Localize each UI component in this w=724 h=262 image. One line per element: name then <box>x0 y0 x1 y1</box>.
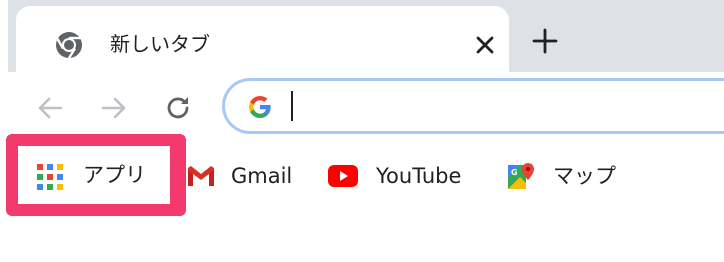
tab-strip: 新しいタブ <box>8 0 724 72</box>
close-icon[interactable] <box>472 32 498 58</box>
bookmark-maps-label: マップ <box>553 164 616 188</box>
address-bar[interactable] <box>222 78 724 134</box>
reload-icon[interactable] <box>164 94 192 122</box>
svg-text:G: G <box>511 168 518 177</box>
chrome-icon <box>55 32 82 59</box>
bookmark-gmail[interactable]: Gmail <box>187 158 292 194</box>
tab-new-tab[interactable]: 新しいタブ <box>16 6 509 72</box>
plus-icon[interactable] <box>530 26 560 56</box>
google-g-icon <box>249 96 271 118</box>
gmail-icon <box>188 166 214 186</box>
bookmark-gmail-label: Gmail <box>231 164 293 188</box>
tab-title: 新しいタブ <box>110 32 210 56</box>
bookmark-youtube[interactable]: YouTube <box>328 158 461 194</box>
text-cursor <box>291 91 293 121</box>
arrow-right-icon[interactable] <box>100 94 128 122</box>
arrow-left-icon[interactable] <box>36 94 64 122</box>
browser-window: 新しいタブ アプリ Gmail YouTube G マップ <box>0 0 724 262</box>
bookmark-youtube-label: YouTube <box>376 164 462 188</box>
bookmark-apps-label: アプリ <box>83 163 146 187</box>
omnibox-input[interactable] <box>297 89 721 125</box>
bookmark-maps[interactable]: G マップ <box>506 158 616 194</box>
youtube-icon <box>328 165 358 187</box>
google-maps-icon: G <box>508 163 534 189</box>
apps-grid-icon <box>37 164 63 190</box>
